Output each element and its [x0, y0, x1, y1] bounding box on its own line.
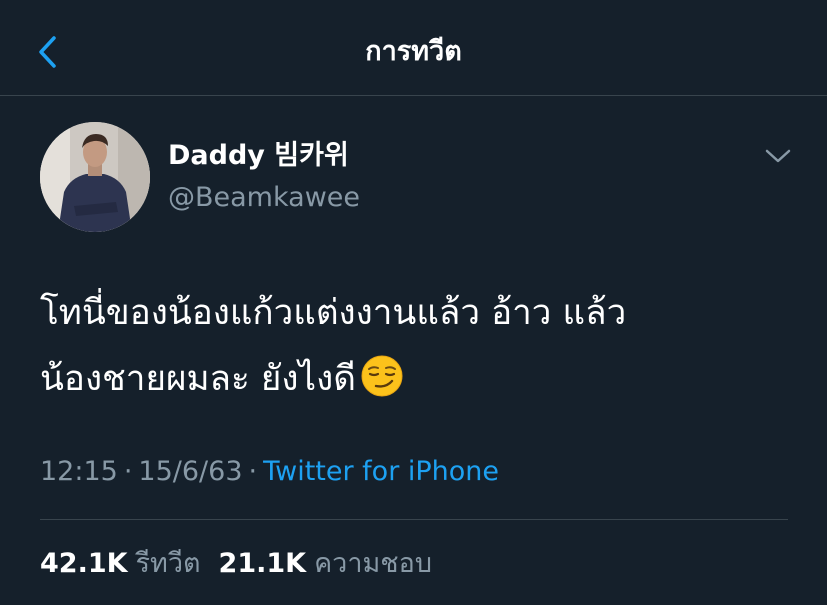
tweet-text: โทนี่ของน้องแก้วแต่งงานแล้ว อ้าว แล้ว น้… — [40, 280, 800, 412]
likes-label: ความชอบ — [314, 548, 432, 579]
retweets-stat[interactable]: 42.1K รีทวีต — [40, 544, 201, 584]
likes-stat[interactable]: 21.1K ความชอบ — [219, 544, 432, 584]
author-handle[interactable]: @Beamkawee — [168, 178, 360, 218]
tweet-meta: 12:15 · 15/6/63 · Twitter for iPhone — [40, 452, 499, 492]
chevron-down-icon — [765, 149, 791, 163]
likes-count: 21.1K — [218, 548, 307, 579]
tweet-stats: 42.1K รีทวีต 21.1K ความชอบ — [40, 544, 432, 584]
tweet-text-line-1: โทนี่ของน้องแก้วแต่งงานแล้ว อ้าว แล้ว — [40, 293, 627, 333]
tweet-source-link[interactable]: Twitter for iPhone — [263, 456, 499, 487]
author-display-name[interactable]: Daddy 빔카위 — [168, 136, 349, 176]
page-title: การทวีต — [365, 36, 462, 67]
retweets-label: รีทวีต — [135, 548, 201, 579]
avatar[interactable] — [40, 122, 150, 232]
meta-separator: · — [123, 456, 133, 487]
smirking-face-icon — [360, 354, 404, 398]
tweet-options-button[interactable] — [762, 142, 794, 170]
tweet-time: 12:15 — [40, 456, 118, 487]
tweet-date: 15/6/63 — [138, 456, 243, 487]
meta-separator: · — [248, 456, 258, 487]
tweet-text-line-2: น้องชายผมละ ยังไงดี — [40, 359, 356, 399]
stats-divider — [40, 519, 788, 520]
top-bar: การทวีต — [0, 0, 827, 96]
retweets-count: 42.1K — [40, 548, 128, 579]
